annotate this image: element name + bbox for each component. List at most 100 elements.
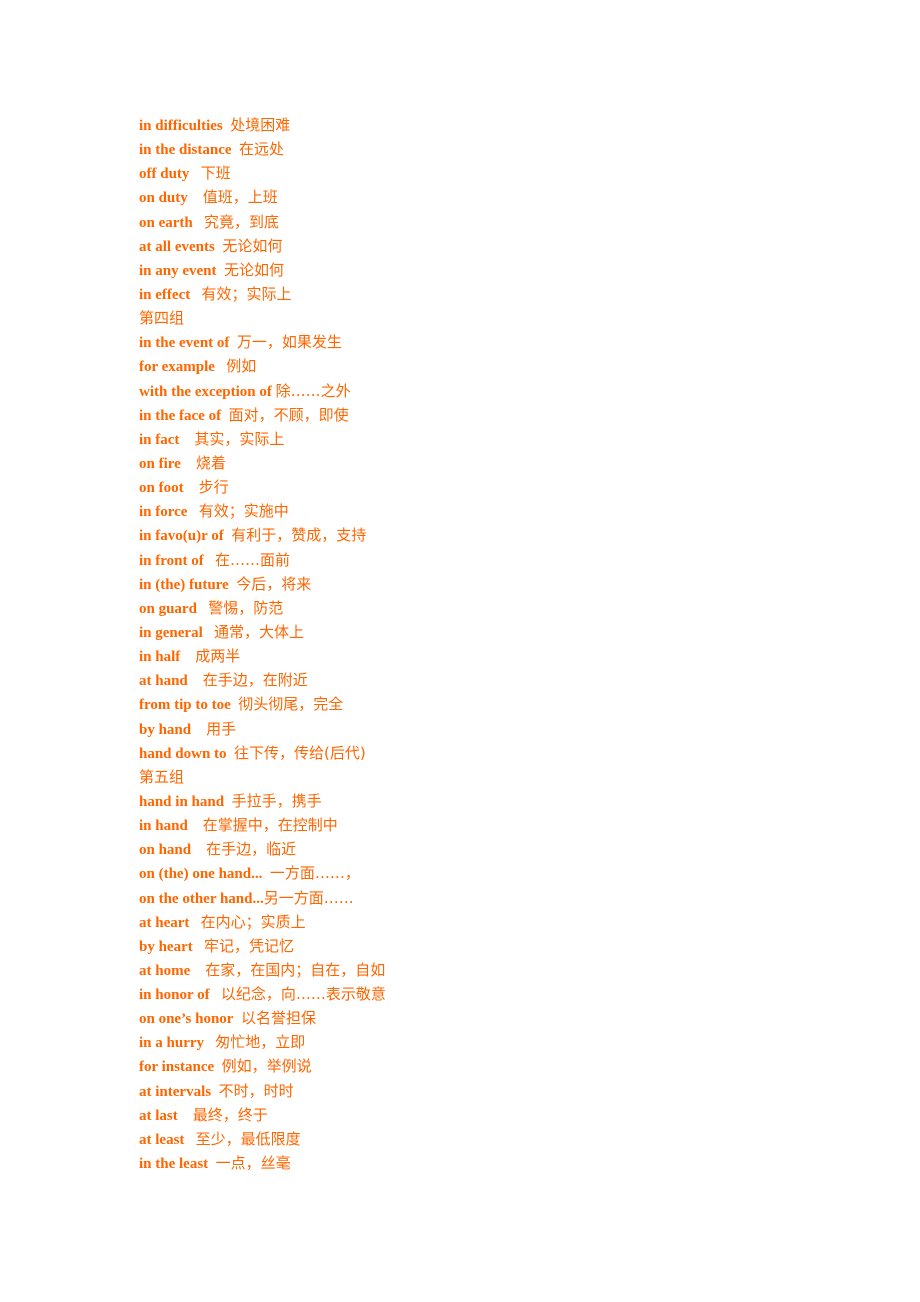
phrase-chinese: 值班，上班 (202, 188, 278, 207)
phrase-entry: in the event of 万一，如果发生 (139, 330, 839, 354)
phrase-entry: on guard 警惕，防范 (139, 596, 839, 620)
phrase-separator (210, 987, 221, 1003)
phrase-separator (187, 504, 198, 520)
phrase-english: at home (139, 962, 191, 979)
phrase-separator (184, 480, 199, 496)
phrase-separator (204, 553, 215, 569)
phrase-separator (232, 142, 240, 158)
group-heading-text: 第五组 (139, 767, 185, 786)
phrase-chinese: 步行 (198, 478, 229, 497)
phrase-chinese: 在……面前 (214, 550, 290, 569)
phrase-separator (188, 190, 203, 206)
phrase-separator (180, 649, 195, 665)
phrase-entry: on (the) one hand... 一方面……， (139, 861, 839, 885)
phrase-separator (203, 625, 214, 641)
phrase-separator (190, 287, 201, 303)
phrase-english: with the exception of (139, 383, 272, 400)
phrase-chinese: 处境困难 (230, 116, 291, 134)
phrase-entry: at last 最终，终于 (139, 1103, 839, 1127)
phrase-entry: from tip to toe 彻头彻尾，完全 (139, 692, 839, 716)
phrase-english: at hand (139, 673, 188, 690)
phrase-english: from tip to toe (139, 697, 231, 714)
phrase-english: on hand (139, 842, 192, 859)
phrase-entry: in honor of 以纪念，向……表示敬意 (139, 982, 839, 1006)
phrase-english: on guard (139, 600, 197, 617)
phrase-english: at intervals (139, 1083, 212, 1100)
phrase-chinese: 其实，实际上 (194, 429, 285, 448)
phrase-entry: on the other hand...另一方面…… (139, 886, 839, 910)
phrase-separator (193, 215, 204, 231)
phrase-english: by heart (139, 938, 193, 955)
phrase-separator (197, 601, 208, 617)
phrase-separator (227, 746, 235, 762)
phrase-separator (215, 359, 226, 375)
phrase-english: on the other hand... (139, 890, 264, 907)
phrase-entry: on fire 烧着 (139, 451, 839, 475)
phrase-entry: in difficulties 处境困难 (139, 113, 839, 137)
phrase-separator (189, 915, 200, 931)
phrase-separator (191, 842, 206, 858)
phrase-entry: at intervals 不时，时时 (139, 1079, 839, 1103)
phrase-entry: by heart 牢记，凭记忆 (139, 934, 839, 958)
phrase-english: on one’s honor (139, 1011, 234, 1028)
phrase-english: in a hurry (139, 1035, 205, 1052)
phrase-english: in the face of (139, 407, 222, 424)
phrase-chinese: 在手边，临近 (206, 840, 297, 859)
phrase-separator (181, 456, 196, 472)
phrase-separator (193, 939, 204, 955)
phrase-chinese: 例如，举例说 (221, 1057, 312, 1076)
phrase-english: on duty (139, 190, 188, 207)
phrase-chinese: 警惕，防范 (208, 598, 284, 617)
phrase-entry: hand in hand 手拉手，携手 (139, 789, 839, 813)
phrase-separator (217, 263, 225, 279)
phrase-entry: in the least 一点，丝毫 (139, 1151, 839, 1175)
phrase-chinese: 无论如何 (224, 260, 285, 279)
phrase-entry: at least 至少，最低限度 (139, 1127, 839, 1151)
phrase-entry: in any event 无论如何 (139, 258, 839, 282)
phrase-english: in difficulties (139, 118, 223, 134)
phrase-entry: in general 通常，大体上 (139, 620, 839, 644)
phrase-entry: hand down to 往下传，传给(后代) (139, 741, 839, 765)
phrase-separator (188, 673, 203, 689)
phrase-separator (233, 1011, 241, 1027)
phrase-chinese: 至少，最低限度 (195, 1129, 301, 1148)
phrase-entry: in fact 其实，实际上 (139, 427, 839, 451)
phrase-chinese: 最终，终于 (192, 1105, 268, 1124)
phrase-entry: at hand 在手边，在附近 (139, 668, 839, 692)
phrase-separator (211, 1084, 219, 1100)
phrase-chinese: 今后，将来 (236, 574, 312, 593)
phrase-separator (178, 1108, 193, 1124)
phrase-chinese: 无论如何 (222, 236, 283, 255)
phrase-english: in fact (139, 431, 180, 448)
phrase-list: in difficulties 处境困难 in the distance 在远处 o… (139, 113, 839, 1175)
phrase-chinese: 牢记，凭记忆 (204, 936, 295, 955)
phrase-separator (229, 335, 237, 351)
phrase-chinese: 在手边，在附近 (202, 671, 308, 690)
phrase-separator (189, 166, 200, 182)
phrase-english: at least (139, 1131, 185, 1148)
phrase-english: hand down to (139, 745, 227, 762)
phrase-english: in hand (139, 818, 188, 835)
phrase-entry: on earth 究竟，到底 (139, 210, 839, 234)
phrase-chinese: 在内心；实质上 (200, 912, 306, 931)
phrase-english: on (the) one hand... (139, 866, 263, 883)
phrase-english: on fire (139, 455, 181, 472)
phrase-entry: in force 有效；实施中 (139, 499, 839, 523)
phrase-entry: in (the) future 今后，将来 (139, 572, 839, 596)
phrase-separator (208, 1156, 216, 1172)
phrase-entry: on duty 值班，上班 (139, 185, 839, 209)
phrase-entry: at all events 无论如何 (139, 234, 839, 258)
phrase-english: in force (139, 504, 188, 521)
phrase-separator (204, 1035, 215, 1051)
phrase-chinese: 匆忙地，立即 (215, 1033, 306, 1052)
phrase-chinese: 另一方面…… (263, 888, 354, 907)
phrase-entry: for instance 例如，举例说 (139, 1054, 839, 1078)
phrase-chinese: 万一，如果发生 (236, 333, 342, 352)
phrase-entry: in half 成两半 (139, 644, 839, 668)
phrase-entry: in hand 在掌握中，在控制中 (139, 813, 839, 837)
phrase-english: in half (139, 649, 181, 666)
phrase-english: off duty (139, 166, 190, 183)
phrase-chinese: 通常，大体上 (214, 622, 305, 641)
phrase-english: in effect (139, 286, 191, 303)
phrase-entry: on one’s honor 以名誉担保 (139, 1006, 839, 1030)
